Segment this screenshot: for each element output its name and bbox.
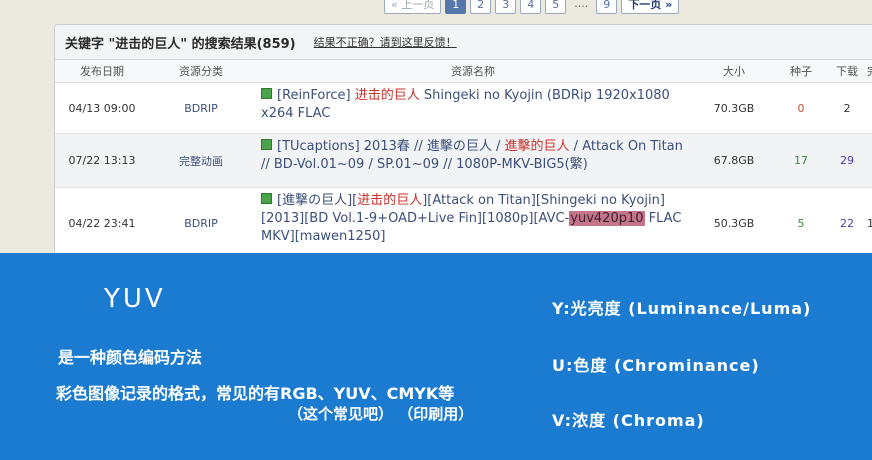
download-icon[interactable] <box>261 139 272 150</box>
pagination: « 上一页 1 2 3 4 5 .... 9 下一页 » <box>384 0 680 14</box>
row-size: 50.3GB <box>713 216 755 230</box>
table-header: 发布日期 资源分类 资源名称 大小 种子 下载 完 <box>55 60 872 83</box>
overlay-line-1: 是一种颜色编码方法 <box>58 348 203 367</box>
keyword-highlight: 进击的巨人 <box>357 193 423 208</box>
page-2-button[interactable]: 2 <box>470 0 492 14</box>
v-definition: V:浓度 (Chroma) <box>552 411 705 430</box>
yuv-explanation-overlay: YUV 是一种颜色编码方法 彩色图像记录的格式，常见的有RGB、YUV、CMYK… <box>0 253 872 460</box>
table-row: 04/13 09:00 BDRIP [ReinForce] 进击的巨人 Shin… <box>55 83 872 134</box>
row-date: 04/22 23:41 <box>68 216 136 230</box>
col-category[interactable]: 资源分类 <box>149 63 253 79</box>
row-downloads: 22 <box>840 216 854 230</box>
page-5-button[interactable]: 5 <box>545 0 567 14</box>
overlay-title: YUV <box>104 284 166 314</box>
feedback-link[interactable]: 结果不正确？请到这里反馈！ <box>314 34 457 50</box>
row-downloads: 29 <box>840 154 854 167</box>
results-title: 关键字 "进击的巨人" 的搜索结果(859) <box>65 36 296 52</box>
row-seeds: 17 <box>794 154 808 167</box>
row-seeds: 0 <box>797 101 805 115</box>
page-1-button[interactable]: 1 <box>445 0 467 14</box>
row-done <box>867 134 872 187</box>
page-4-button[interactable]: 4 <box>520 0 542 14</box>
download-icon[interactable] <box>261 88 272 99</box>
selected-text-highlight: yuv420p10 <box>569 211 645 226</box>
search-results-panel: 关键字 "进击的巨人" 的搜索结果(859) 结果不正确？请到这里反馈！ 发布日… <box>54 24 872 266</box>
name-part: [TUcaptions] 2013春 // 進擊の巨人 / <box>277 139 505 154</box>
row-done: 14 <box>867 188 872 258</box>
col-seeds[interactable]: 种子 <box>775 63 827 79</box>
page-3-button[interactable]: 3 <box>495 0 517 14</box>
row-date: 04/13 09:00 <box>68 101 136 115</box>
next-page-button[interactable]: 下一页 » <box>621 0 680 14</box>
col-done[interactable]: 完 <box>867 63 872 79</box>
row-name-link[interactable]: [TUcaptions] 2013春 // 進擊の巨人 / 進擊的巨人 / At… <box>253 134 693 187</box>
row-category[interactable]: BDRIP <box>149 188 253 258</box>
col-date[interactable]: 发布日期 <box>55 63 149 79</box>
keyword-highlight: 进击的巨人 <box>354 88 420 103</box>
name-part: [進撃の巨人][ <box>277 193 358 208</box>
row-category[interactable]: 完整动画 <box>149 134 253 187</box>
overlay-line-3: （这个常见吧） （印刷用） <box>288 405 474 423</box>
overlay-line-2: 彩色图像记录的格式，常见的有RGB、YUV、CMYK等 <box>56 384 455 403</box>
row-downloads: 2 <box>843 101 851 115</box>
row-name-link[interactable]: [ReinForce] 进击的巨人 Shingeki no Kyojin (BD… <box>253 83 693 133</box>
page-last-button[interactable]: 9 <box>596 0 618 14</box>
keyword-highlight: 進擊的巨人 <box>504 139 570 154</box>
panel-header: 关键字 "进击的巨人" 的搜索结果(859) 结果不正确？请到这里反馈！ <box>55 25 872 60</box>
row-done <box>867 83 872 133</box>
row-size: 67.8GB <box>713 154 755 167</box>
pagination-ellipsis: .... <box>574 0 589 10</box>
col-name[interactable]: 资源名称 <box>253 63 693 79</box>
table-row: 04/22 23:41 BDRIP [進撃の巨人][进击的巨人][Attack … <box>55 188 872 259</box>
name-part: [ReinForce] <box>277 88 355 103</box>
row-name-link[interactable]: [進撃の巨人][进击的巨人][Attack on Titan][Shingeki… <box>253 188 693 258</box>
u-definition: U:色度 (Chrominance) <box>552 356 760 375</box>
row-date: 07/22 13:13 <box>68 154 136 167</box>
col-size[interactable]: 大小 <box>693 63 775 79</box>
table-row: 07/22 13:13 完整动画 [TUcaptions] 2013春 // 進… <box>55 134 872 188</box>
y-definition: Y:光亮度 (Luminance/Luma) <box>552 299 812 318</box>
download-icon[interactable] <box>261 193 272 204</box>
row-category[interactable]: BDRIP <box>149 83 253 133</box>
prev-page-button[interactable]: « 上一页 <box>384 0 442 14</box>
row-seeds: 5 <box>797 216 805 230</box>
col-downloads[interactable]: 下载 <box>827 63 867 79</box>
row-size: 70.3GB <box>713 101 755 115</box>
